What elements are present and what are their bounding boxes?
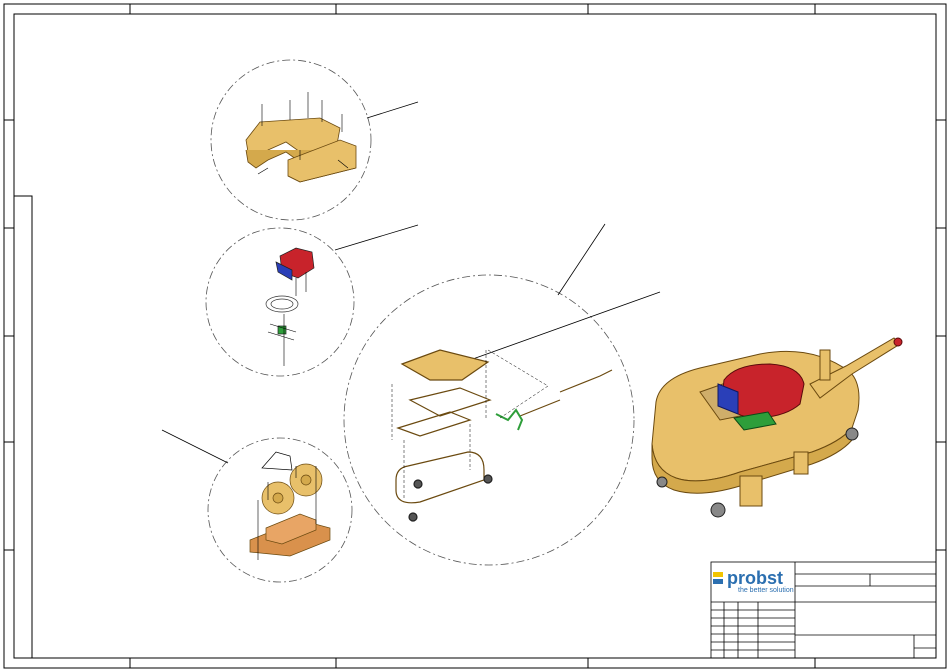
detail-circle-motor	[205, 227, 355, 377]
zone-markers	[4, 4, 946, 668]
technical-drawing-sheet	[3, 3, 947, 669]
company-logo-text: probst	[727, 568, 783, 588]
company-tagline: the better solution	[738, 587, 794, 594]
chassis-frame	[391, 349, 613, 522]
leader-lines	[161, 101, 661, 464]
cover-parts	[245, 92, 357, 183]
base-parts	[249, 451, 331, 560]
detail-circle-frame	[343, 274, 635, 566]
motor-assembly	[265, 247, 315, 366]
sheet-frame	[3, 3, 947, 669]
probst-logo-icon	[713, 572, 723, 586]
assembled-machine	[651, 337, 903, 518]
